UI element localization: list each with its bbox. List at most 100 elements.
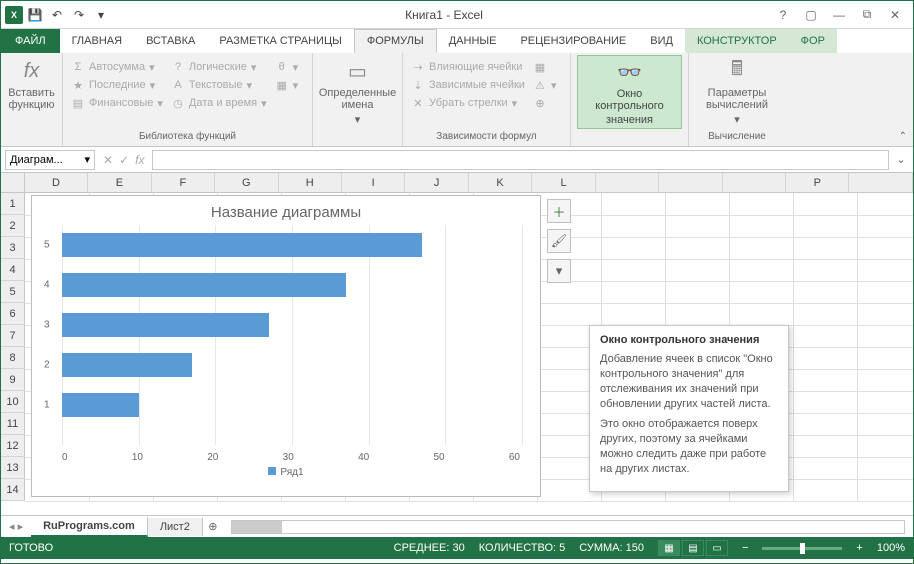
tab-home[interactable]: ГЛАВНАЯ bbox=[60, 29, 134, 53]
zoom-slider[interactable] bbox=[762, 547, 842, 550]
tab-review[interactable]: РЕЦЕНЗИРОВАНИЕ bbox=[508, 29, 638, 53]
row-header[interactable]: 8 bbox=[1, 347, 25, 369]
watch-window-button[interactable]: 👓 Окно контрольного значения bbox=[577, 55, 682, 129]
autosum-button[interactable]: ΣАвтосумма ▾ bbox=[69, 59, 165, 75]
zoom-level[interactable]: 100% bbox=[877, 542, 905, 554]
chart-bar[interactable] bbox=[62, 273, 346, 297]
view-normal-icon[interactable]: ▦ bbox=[658, 540, 680, 556]
chart-bar[interactable] bbox=[62, 233, 422, 257]
show-formulas-button[interactable]: ▦ bbox=[531, 59, 559, 75]
row-header[interactable]: 11 bbox=[1, 413, 25, 435]
row-header[interactable]: 10 bbox=[1, 391, 25, 413]
redo-icon[interactable]: ↷ bbox=[69, 5, 89, 25]
add-sheet-icon[interactable]: ⊕ bbox=[203, 520, 223, 533]
insert-function-button[interactable]: fx Вставить функцию bbox=[7, 55, 56, 113]
formula-bar[interactable] bbox=[152, 150, 889, 170]
ribbon-options-icon[interactable]: ▢ bbox=[801, 5, 821, 25]
col-header[interactable]: H bbox=[279, 173, 342, 192]
chevron-down-icon[interactable]: ▾ bbox=[84, 153, 90, 166]
trace-precedents-button[interactable]: ⇢Влияющие ячейки bbox=[409, 59, 527, 75]
restore-icon[interactable]: ⧉ bbox=[857, 5, 877, 25]
help-icon[interactable]: ? bbox=[773, 5, 793, 25]
embedded-chart[interactable]: Название диаграммы 010203040506054321 Ря… bbox=[31, 195, 541, 497]
select-all[interactable] bbox=[1, 173, 25, 192]
recent-button[interactable]: ★Последние ▾ bbox=[69, 77, 165, 93]
more-fn2-button[interactable]: ▦▾ bbox=[273, 77, 301, 93]
col-header[interactable] bbox=[596, 173, 659, 192]
view-pagebreak-icon[interactable]: ▭ bbox=[706, 540, 728, 556]
save-icon[interactable]: 💾 bbox=[25, 5, 45, 25]
row-header[interactable]: 6 bbox=[1, 303, 25, 325]
tooltip-text: Это окно отображается поверх других, поэ… bbox=[600, 417, 778, 476]
view-pagelayout-icon[interactable]: ▤ bbox=[682, 540, 704, 556]
calc-options-button[interactable]: 🖩 Параметры вычислений ▾ bbox=[695, 55, 779, 128]
row-header[interactable]: 3 bbox=[1, 237, 25, 259]
tab-pagelayout[interactable]: РАЗМЕТКА СТРАНИЦЫ bbox=[207, 29, 353, 53]
enter-icon[interactable]: ✓ bbox=[119, 153, 129, 167]
zoom-out-icon[interactable]: − bbox=[742, 542, 748, 554]
col-header[interactable]: P bbox=[786, 173, 849, 192]
text-button[interactable]: AТекстовые ▾ bbox=[169, 77, 269, 93]
collapse-ribbon-icon[interactable]: ⌃ bbox=[899, 131, 907, 142]
col-header[interactable] bbox=[849, 173, 912, 192]
row-header[interactable]: 13 bbox=[1, 457, 25, 479]
zoom-thumb[interactable] bbox=[800, 543, 805, 554]
minimize-icon[interactable]: — bbox=[829, 5, 849, 25]
evaluate-button[interactable]: ⊕ bbox=[531, 95, 559, 111]
chart-plot-area[interactable]: 010203040506054321 bbox=[62, 225, 520, 445]
sheet-tab-1[interactable]: RuPrograms.com bbox=[31, 517, 148, 537]
row-header[interactable]: 2 bbox=[1, 215, 25, 237]
col-header[interactable]: F bbox=[152, 173, 215, 192]
col-header[interactable]: G bbox=[215, 173, 278, 192]
row-header[interactable]: 4 bbox=[1, 259, 25, 281]
col-header[interactable]: I bbox=[342, 173, 405, 192]
zoom-in-icon[interactable]: + bbox=[856, 542, 862, 554]
col-header[interactable]: K bbox=[469, 173, 532, 192]
chart-add-element-icon[interactable]: ＋ bbox=[547, 199, 571, 223]
fx-bar-icon[interactable]: fx bbox=[135, 153, 144, 167]
close-icon[interactable]: ✕ bbox=[885, 5, 905, 25]
tab-format[interactable]: ФОР bbox=[789, 29, 837, 53]
financial-button[interactable]: ▤Финансовые ▾ bbox=[69, 95, 165, 111]
chart-styles-icon[interactable]: 🖌 bbox=[547, 229, 571, 253]
row-header[interactable]: 9 bbox=[1, 369, 25, 391]
tab-design[interactable]: КОНСТРУКТОР bbox=[685, 29, 789, 53]
more-fn-button[interactable]: θ▾ bbox=[273, 59, 301, 75]
defined-names-button[interactable]: ▭ Определенные имена ▾ bbox=[319, 55, 396, 128]
error-check-button[interactable]: ⚠▾ bbox=[531, 77, 559, 93]
tab-data[interactable]: ДАННЫЕ bbox=[437, 29, 509, 53]
row-header[interactable]: 5 bbox=[1, 281, 25, 303]
chart-bar[interactable] bbox=[62, 393, 139, 417]
horizontal-scrollbar[interactable] bbox=[231, 520, 905, 534]
sheet-tab-2[interactable]: Лист2 bbox=[148, 518, 203, 536]
row-header[interactable]: 7 bbox=[1, 325, 25, 347]
undo-icon[interactable]: ↶ bbox=[47, 5, 67, 25]
chart-filter-icon[interactable]: ▾ bbox=[547, 259, 571, 283]
col-header[interactable]: J bbox=[405, 173, 468, 192]
remove-arrows-button[interactable]: ✕Убрать стрелки ▾ bbox=[409, 95, 527, 111]
qat-dropdown-icon[interactable]: ▾ bbox=[91, 5, 111, 25]
row-header[interactable]: 14 bbox=[1, 479, 25, 501]
col-header[interactable] bbox=[723, 173, 786, 192]
col-header[interactable] bbox=[659, 173, 722, 192]
name-box[interactable]: Диаграм...▾ bbox=[5, 150, 95, 170]
tab-view[interactable]: ВИД bbox=[638, 29, 685, 53]
tab-file[interactable]: ФАЙЛ bbox=[1, 29, 60, 53]
chart-bar[interactable] bbox=[62, 313, 269, 337]
tab-insert[interactable]: ВСТАВКА bbox=[134, 29, 207, 53]
sheet-nav-prev-icon[interactable]: ◂ ▸ bbox=[1, 520, 31, 533]
expand-formula-bar-icon[interactable]: ⌄ bbox=[893, 153, 909, 166]
tab-formulas[interactable]: ФОРМУЛЫ bbox=[354, 29, 437, 53]
col-header[interactable]: D bbox=[25, 173, 88, 192]
scroll-thumb[interactable] bbox=[232, 521, 282, 533]
row-header[interactable]: 12 bbox=[1, 435, 25, 457]
chart-title[interactable]: Название диаграммы bbox=[32, 196, 540, 225]
trace-dependents-button[interactable]: ⇣Зависимые ячейки bbox=[409, 77, 527, 93]
row-header[interactable]: 1 bbox=[1, 193, 25, 215]
col-header[interactable]: E bbox=[88, 173, 151, 192]
logical-button[interactable]: ?Логические ▾ bbox=[169, 59, 269, 75]
cancel-icon[interactable]: ✕ bbox=[103, 153, 113, 167]
datetime-button[interactable]: ◷Дата и время ▾ bbox=[169, 95, 269, 111]
chart-bar[interactable] bbox=[62, 353, 192, 377]
col-header[interactable]: L bbox=[532, 173, 595, 192]
